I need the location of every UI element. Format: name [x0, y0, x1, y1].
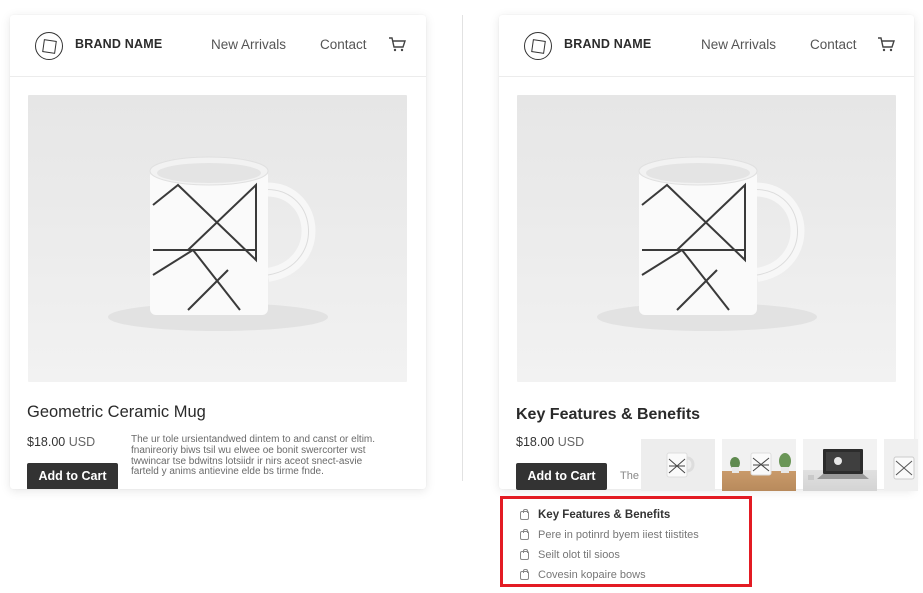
cart-icon[interactable]	[388, 36, 406, 52]
price-value: $18.00	[27, 435, 66, 449]
product-card-right: BRAND NAME New Arrivals Contact Key Feat…	[499, 15, 918, 491]
nav-contact[interactable]: Contact	[810, 37, 857, 52]
site-header: BRAND NAME New Arrivals Contact	[10, 15, 426, 77]
product-image	[517, 95, 896, 382]
feature-item[interactable]: Covesin kopaire bows	[520, 565, 749, 585]
price-value: $18.00	[516, 435, 555, 449]
add-to-cart-button[interactable]: Add to Cart	[516, 463, 607, 490]
price-currency: USD	[557, 435, 585, 449]
product-price: $18.00 USD	[27, 435, 95, 449]
product-description: The	[620, 470, 639, 482]
lock-icon	[520, 548, 529, 560]
feature-label: Seilt olot til sioos	[538, 549, 620, 561]
brand-logo-icon[interactable]	[35, 32, 63, 60]
lock-icon	[520, 508, 529, 520]
nav-new-arrivals[interactable]: New Arrivals	[701, 37, 776, 52]
thumbnail-mug-front[interactable]	[641, 439, 715, 491]
cart-icon[interactable]	[877, 36, 895, 52]
brand-logo-icon[interactable]	[524, 32, 552, 60]
nav-new-arrivals[interactable]: New Arrivals	[211, 37, 286, 52]
product-title: Geometric Ceramic Mug	[27, 403, 206, 421]
site-header: BRAND NAME New Arrivals Contact	[499, 15, 914, 77]
feature-item[interactable]: Key Features & Benefits	[520, 505, 749, 525]
key-features-box: Key Features & Benefits Pere in potinrd …	[500, 496, 752, 587]
price-currency: USD	[68, 435, 96, 449]
feature-label: Key Features & Benefits	[538, 509, 671, 521]
feature-item[interactable]: Seilt olot til sioos	[520, 545, 749, 565]
feature-item[interactable]: Pere in potinrd byem iiest tiistites	[520, 525, 749, 545]
thumbnail-mug-side[interactable]	[884, 439, 918, 491]
column-divider	[462, 15, 463, 481]
product-card-left: BRAND NAME New Arrivals Contact Geometri…	[10, 15, 426, 489]
thumbnail-strip	[641, 439, 918, 491]
brand-name[interactable]: BRAND NAME	[75, 37, 162, 51]
lock-icon	[520, 528, 529, 540]
feature-label: Pere in potinrd byem iiest tiistites	[538, 529, 699, 541]
section-title: Key Features & Benefits	[516, 406, 701, 423]
thumbnail-mug-plants[interactable]	[722, 439, 796, 491]
lock-icon	[520, 568, 529, 580]
product-description: The ur tole ursientandwed dintem to and …	[131, 434, 376, 478]
product-price: $18.00 USD	[516, 435, 584, 449]
product-image	[28, 95, 407, 382]
brand-name[interactable]: BRAND NAME	[564, 37, 651, 51]
nav-contact[interactable]: Contact	[320, 37, 367, 52]
thumbnail-laptop-desk[interactable]	[803, 439, 877, 491]
feature-label: Covesin kopaire bows	[538, 569, 646, 581]
add-to-cart-button[interactable]: Add to Cart	[27, 463, 118, 489]
